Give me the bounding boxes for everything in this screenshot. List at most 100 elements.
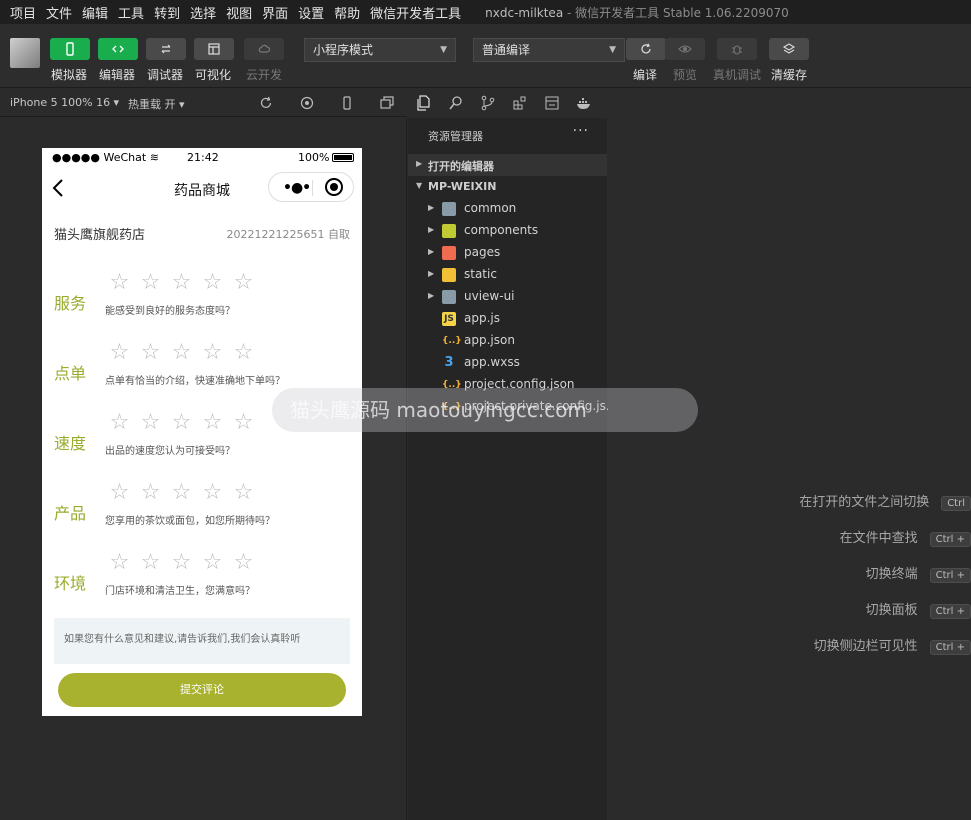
compile-button[interactable] [626, 38, 666, 60]
tree-item-common[interactable]: ▶ common [408, 198, 607, 220]
menu-project[interactable]: 项目 [10, 3, 36, 22]
shortcut-find-in-files: 在文件中查找 Ctrl + [840, 527, 971, 547]
star-icon[interactable]: ☆ [166, 410, 197, 436]
star-icon[interactable]: ☆ [166, 340, 197, 366]
search-icon[interactable] [448, 95, 464, 111]
menu-file[interactable]: 文件 [46, 3, 72, 22]
star-icon[interactable]: ☆ [104, 340, 135, 366]
menu-view[interactable]: 视图 [226, 3, 252, 22]
menu-wechat-devtools[interactable]: 微信开发者工具 [370, 3, 461, 22]
star-icon[interactable]: ☆ [228, 270, 259, 296]
star-icon[interactable]: ☆ [228, 340, 259, 366]
close-target-icon[interactable] [325, 178, 343, 196]
source-control-icon[interactable] [480, 95, 496, 111]
star-icon[interactable]: ☆ [197, 410, 228, 436]
editor-button[interactable] [98, 38, 138, 60]
project-name: nxdc-milktea [485, 5, 564, 20]
menu-settings[interactable]: 设置 [298, 3, 324, 22]
clear-cache-button[interactable] [769, 38, 809, 60]
menu-goto[interactable]: 转到 [154, 3, 180, 22]
star-rating[interactable]: ☆ ☆ ☆ ☆ ☆ [104, 270, 259, 296]
star-icon[interactable]: ☆ [197, 270, 228, 296]
star-rating[interactable]: ☆ ☆ ☆ ☆ ☆ [104, 550, 259, 576]
open-editors-section[interactable]: ▶ 打开的编辑器 [408, 154, 607, 176]
tree-item-pages[interactable]: ▶ pages [408, 242, 607, 264]
star-icon[interactable]: ☆ [135, 550, 166, 576]
star-icon[interactable]: ☆ [166, 480, 197, 506]
wifi-icon: ≋ [149, 151, 159, 164]
more-actions-icon[interactable]: ··· [573, 123, 589, 139]
app-name: - 微信开发者工具 Stable 1.06.2209070 [563, 5, 789, 20]
capsule-divider [312, 180, 313, 196]
stop-icon[interactable] [299, 95, 315, 111]
preview-button[interactable] [665, 38, 705, 60]
simulator-button[interactable] [50, 38, 90, 60]
cloud-icon [258, 44, 271, 53]
rating-service: 服务 ☆ ☆ ☆ ☆ ☆ 能感受到良好的服务态度吗？ [42, 270, 362, 348]
star-rating[interactable]: ☆ ☆ ☆ ☆ ☆ [104, 410, 259, 436]
tree-item-components[interactable]: ▶ components [408, 220, 607, 242]
star-icon[interactable]: ☆ [197, 480, 228, 506]
files-icon[interactable] [416, 95, 432, 111]
section-title: 打开的编辑器 [428, 160, 494, 173]
star-icon[interactable]: ☆ [104, 410, 135, 436]
tree-item-app-js[interactable]: JS app.js [408, 308, 607, 330]
cloud-button[interactable] [244, 38, 284, 60]
star-icon[interactable]: ☆ [197, 340, 228, 366]
star-icon[interactable]: ☆ [166, 270, 197, 296]
json-file-icon: {..} [442, 336, 462, 346]
star-icon[interactable]: ☆ [135, 340, 166, 366]
menu-tools[interactable]: 工具 [118, 3, 144, 22]
tree-item-static[interactable]: ▶ static [408, 264, 607, 286]
tree-item-app-json[interactable]: {..} app.json [408, 330, 607, 352]
editor-area: 在打开的文件之间切换 Ctrl 在文件中查找 Ctrl + 切换终端 Ctrl + 切… [608, 89, 971, 820]
phone-screen: ●●●●● WeChat ≋ 21:42 100% 药品商城 •●• 猫头鹰旗舰… [42, 148, 362, 716]
star-icon[interactable]: ☆ [135, 270, 166, 296]
carrier-signal: ●●●●● WeChat ≋ [52, 151, 159, 164]
star-icon[interactable]: ☆ [104, 480, 135, 506]
menu-help[interactable]: 帮助 [334, 3, 360, 22]
more-dots-icon[interactable]: •●• [283, 180, 311, 196]
menu-edit[interactable]: 编辑 [82, 3, 108, 22]
extensions-icon[interactable] [512, 95, 528, 111]
tree-item-label: app.wxss [464, 355, 520, 369]
status-time: 21:42 [187, 151, 219, 164]
mode-select[interactable]: 小程序模式 ▼ [304, 38, 456, 62]
compile-select[interactable]: 普通编译 ▼ [473, 38, 625, 62]
star-icon[interactable]: ☆ [104, 550, 135, 576]
eye-icon [678, 45, 692, 53]
avatar[interactable] [10, 38, 40, 68]
popout-icon[interactable] [379, 95, 395, 111]
refresh-icon[interactable] [258, 95, 274, 111]
star-icon[interactable]: ☆ [228, 550, 259, 576]
shortcut-label: 切换面板 [865, 603, 918, 618]
storage-icon[interactable] [544, 95, 560, 111]
star-rating[interactable]: ☆ ☆ ☆ ☆ ☆ [104, 480, 259, 506]
star-icon[interactable]: ☆ [228, 410, 259, 436]
visual-button[interactable] [194, 38, 234, 60]
star-icon[interactable]: ☆ [135, 480, 166, 506]
remote-debug-button[interactable] [717, 38, 757, 60]
debugger-button[interactable] [146, 38, 186, 60]
star-icon[interactable]: ☆ [228, 480, 259, 506]
hot-reload-select[interactable]: 热重载 开 ▾ [128, 96, 185, 112]
feedback-textarea[interactable]: 如果您有什么意见和建议,请告诉我们,我们会认真聆听 [54, 618, 350, 664]
star-icon[interactable]: ☆ [197, 550, 228, 576]
menu-interface[interactable]: 界面 [262, 3, 288, 22]
phone-icon[interactable] [339, 95, 355, 111]
tree-item-label: app.js [464, 311, 500, 325]
project-root-section[interactable]: ▼ MP-WEIXIN [408, 176, 607, 198]
chevron-right-icon: ▶ [428, 203, 435, 212]
device-select[interactable]: iPhone 5 100% 16 ▾ [10, 96, 119, 109]
tree-item-uview-ui[interactable]: ▶ uview-ui [408, 286, 607, 308]
star-rating[interactable]: ☆ ☆ ☆ ☆ ☆ [104, 340, 259, 366]
debugger-label: 调试器 [147, 68, 184, 82]
star-icon[interactable]: ☆ [104, 270, 135, 296]
menu-select[interactable]: 选择 [190, 3, 216, 22]
rating-question: 门店环境和清洁卫生，您满意吗？ [105, 586, 255, 597]
docker-icon[interactable] [576, 95, 592, 111]
tree-item-app-wxss[interactable]: 3 app.wxss [408, 352, 607, 374]
star-icon[interactable]: ☆ [135, 410, 166, 436]
star-icon[interactable]: ☆ [166, 550, 197, 576]
submit-review-button[interactable]: 提交评论 [58, 673, 346, 707]
